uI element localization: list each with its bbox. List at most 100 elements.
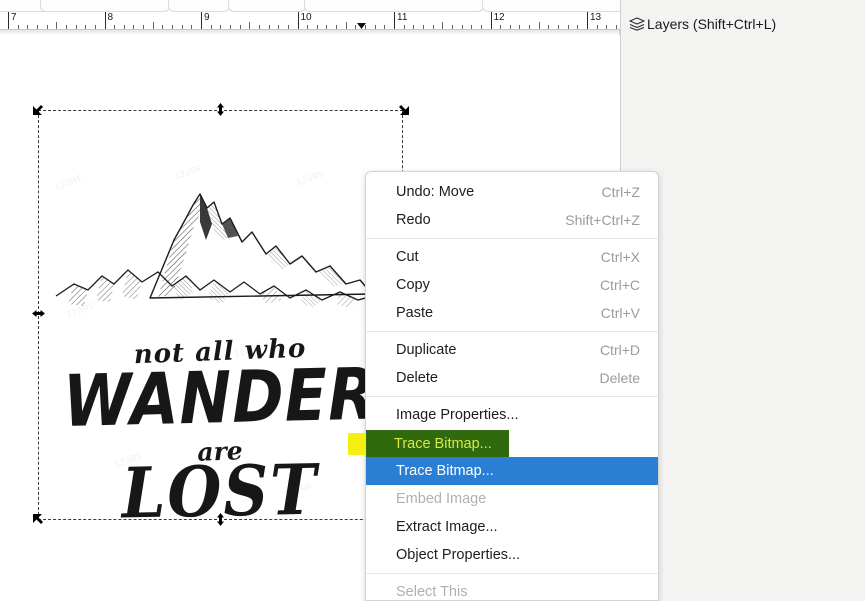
toolbar-button[interactable]	[228, 0, 306, 12]
ruler-tick	[336, 25, 338, 29]
ruler-tick	[56, 22, 58, 29]
ruler-tick	[606, 25, 608, 29]
ruler-tick	[374, 25, 376, 29]
menu-item-label: Undo: Move	[396, 184, 475, 200]
ruler-tick	[287, 25, 289, 29]
scale-handle-n[interactable]	[213, 102, 228, 117]
ruler-tick-major	[394, 12, 395, 29]
layers-icon	[629, 17, 645, 31]
ruler-tick	[461, 25, 463, 29]
ruler-tick	[36, 25, 38, 29]
menu-item-embed-image: Embed Image	[366, 485, 658, 513]
scale-handle-nw[interactable]	[31, 102, 46, 117]
menu-item-accelerator: Ctrl+X	[600, 249, 640, 265]
ruler-label: 10	[300, 12, 312, 23]
application-window: 7 8 9 10 11 12 13 123RF 123RF 123RF 123RF 123R…	[0, 0, 865, 601]
ruler-tick	[278, 25, 280, 29]
menu-item-label: Trace Bitmap...	[396, 463, 494, 479]
menu-item-label: Cut	[396, 249, 419, 265]
ruler-tick	[355, 25, 357, 29]
horizontal-ruler[interactable]: 7 8 9 10 11 12 13	[0, 12, 620, 30]
ruler-label: 11	[397, 12, 408, 23]
ruler-tick	[46, 25, 48, 29]
menu-item-undo-move[interactable]: Undo: Move Ctrl+Z	[366, 178, 658, 206]
ruler-tick	[326, 25, 328, 29]
menu-item-image-properties[interactable]: Image Properties...	[366, 401, 658, 429]
ruler-tick	[500, 25, 502, 29]
ruler-tick	[577, 25, 579, 29]
ruler-tick	[65, 25, 67, 29]
ruler-tick	[123, 25, 125, 29]
selection-bounding-box	[38, 110, 403, 520]
menu-item-trace-bitmap[interactable]: Trace Bitmap...	[366, 457, 658, 485]
toolbar-strip	[0, 0, 620, 12]
ruler-tick	[432, 25, 434, 29]
menu-item-paste[interactable]: Paste Ctrl+V	[366, 299, 658, 327]
ruler-tick	[596, 25, 598, 29]
ruler-tick-major	[104, 12, 106, 29]
menu-item-label: Copy	[396, 277, 430, 293]
scale-handle-sw[interactable]	[31, 512, 46, 527]
ruler-tick	[567, 25, 569, 29]
menu-separator	[366, 331, 658, 332]
ruler-tick-major	[201, 12, 202, 29]
menu-item-accelerator: Ctrl+V	[600, 305, 640, 321]
ruler-tick	[538, 22, 540, 29]
menu-item-accelerator: Ctrl+Z	[601, 184, 641, 200]
ruler-tick	[249, 22, 251, 29]
ruler-tick	[384, 25, 386, 29]
ruler-label: 9	[204, 12, 210, 23]
menu-item-duplicate[interactable]: Duplicate Ctrl+D	[366, 336, 658, 364]
menu-item-label: Object Properties...	[396, 547, 521, 563]
menu-item-select-this: Select This	[366, 578, 658, 600]
ruler-tick-major	[587, 12, 588, 29]
ruler-label: 12	[493, 12, 505, 23]
ruler-tick-major	[297, 12, 299, 29]
menu-item-label: Extract Image...	[396, 519, 498, 535]
scale-handle-ne[interactable]	[396, 102, 411, 117]
menu-item-label: Duplicate	[396, 342, 457, 358]
ruler-tick	[365, 25, 367, 29]
menu-item-label: Redo	[396, 212, 431, 228]
ruler-tick	[133, 25, 135, 29]
menu-item-label: Embed Image	[396, 491, 487, 507]
ruler-tick	[615, 25, 617, 29]
menu-item-delete[interactable]: Delete Delete	[366, 364, 658, 392]
menu-item-label: Image Properties...	[396, 407, 519, 423]
ruler-label: 8	[107, 12, 114, 23]
ruler-tick	[162, 25, 164, 29]
ruler-tick	[17, 25, 19, 29]
ruler-tick	[413, 25, 415, 29]
ruler-tick	[181, 25, 183, 29]
toolbar-button[interactable]	[168, 0, 230, 12]
context-menu[interactable]: Undo: Move Ctrl+Z Redo Shift+Ctrl+Z Cut Ctrl+…	[365, 171, 659, 601]
toolbar-button[interactable]	[304, 0, 484, 12]
ruler-tick	[442, 22, 444, 29]
scale-handle-w[interactable]	[31, 306, 46, 321]
ruler-tick	[307, 25, 309, 29]
ruler-tick	[268, 25, 270, 29]
ruler-tick	[509, 25, 511, 29]
ruler-tick	[143, 25, 145, 29]
menu-item-label: Select This	[396, 584, 468, 600]
toolbar-button[interactable]	[40, 0, 170, 12]
menu-separator	[366, 573, 658, 574]
menu-item-object-properties[interactable]: Object Properties...	[366, 541, 658, 569]
ruler-tick	[220, 25, 222, 29]
ruler-tick	[114, 25, 116, 29]
menu-separator	[366, 396, 658, 397]
toolbar-button[interactable]	[482, 0, 620, 12]
ruler-tick	[480, 25, 482, 29]
menu-item-cut[interactable]: Cut Ctrl+X	[366, 243, 658, 271]
ruler-tick	[529, 25, 531, 29]
menu-item-extract-image[interactable]: Extract Image...	[366, 513, 658, 541]
annotation-green-highlight: Trace Bitmap...	[366, 430, 509, 457]
ruler-tick	[191, 25, 193, 29]
scale-handle-s[interactable]	[213, 512, 228, 527]
ruler-tick	[548, 25, 550, 29]
ruler-tick	[258, 25, 260, 29]
ruler-tick-major	[8, 12, 9, 29]
menu-item-copy[interactable]: Copy Ctrl+C	[366, 271, 658, 299]
ruler-tick	[345, 22, 347, 29]
menu-item-redo[interactable]: Redo Shift+Ctrl+Z	[366, 206, 658, 234]
